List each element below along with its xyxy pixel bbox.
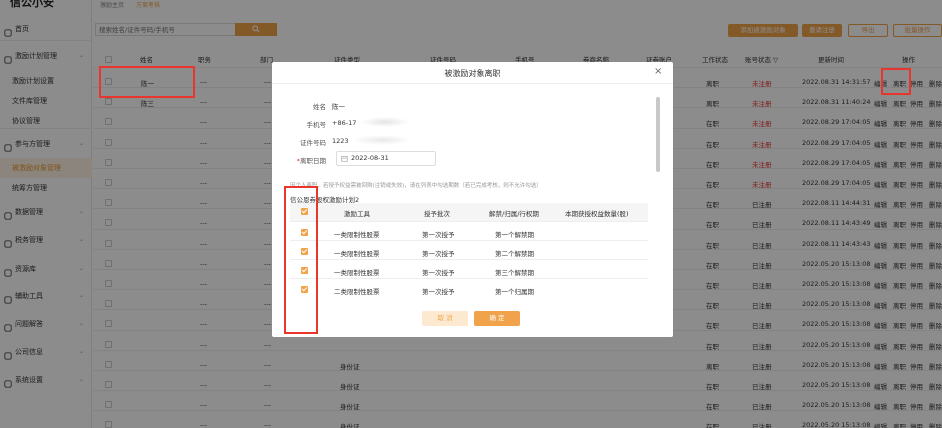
inner-cell-tool: 二类限制性股票 [334, 288, 380, 296]
hint-text: 因个人离职，若授予权益需被回购(注销或失效)，请在列表中勾选期数（若已完成考核，… [290, 183, 542, 189]
phone-value: +86-17 [332, 119, 357, 127]
inner-row-divider [290, 278, 648, 279]
inner-cell-tool: 一类限制性股票 [334, 250, 380, 258]
inner-cell-batch: 第一次授予 [422, 250, 455, 258]
inner-row-divider [290, 240, 648, 241]
name-label: 姓名 [313, 103, 326, 111]
modal-title: 被激励对象离职 [444, 69, 501, 78]
inner-col-period: 解禁/归属/行权期 [489, 210, 539, 218]
inner-cell-batch: 第一次授予 [422, 288, 455, 296]
cancel-button[interactable]: 取 消 [422, 311, 468, 326]
leave-date-picker[interactable]: 2022-08-31 [336, 151, 436, 166]
id-number-label: 证件号码 [300, 139, 326, 147]
inner-cell-period: 第一个解禁期 [495, 231, 534, 239]
inner-cell-tool: 一类限制性股票 [334, 269, 380, 277]
inner-cell-period: 第一个归属期 [495, 288, 534, 296]
confirm-button[interactable]: 确 定 [474, 311, 520, 326]
modal-scrollbar[interactable] [656, 97, 660, 172]
redacted-id [352, 135, 412, 145]
id-number-value: 1223 [332, 137, 349, 145]
highlight-resign-action [881, 68, 911, 95]
leave-date-value: 2022-08-31 [351, 154, 389, 162]
modal-divider [272, 83, 673, 84]
name-value: 陈一 [332, 103, 345, 111]
inner-cell-tool: 一类限制性股票 [334, 231, 380, 239]
inner-cell-batch: 第一次授予 [422, 269, 455, 277]
highlight-checkbox-column [284, 186, 318, 334]
redacted-phone [360, 117, 410, 127]
leave-date-label: *离职日期 [276, 155, 326, 165]
highlight-name-cell [99, 66, 195, 98]
calendar-icon [341, 156, 348, 162]
close-icon[interactable]: × [654, 66, 662, 77]
inner-col-tool: 激励工具 [344, 210, 370, 218]
inner-cell-period: 第二个解禁期 [495, 250, 534, 258]
phone-label: 手机号 [306, 121, 327, 129]
inner-col-qty: 本期获授权益数量(股) [565, 210, 629, 218]
inner-cell-period: 第三个解禁期 [495, 269, 534, 277]
resignation-modal: 被激励对象离职 × 姓名 陈一 手机号 +86-17 证件号码 1223 *离职… [272, 62, 673, 337]
inner-row-divider [290, 221, 648, 222]
inner-col-batch: 授予批次 [424, 210, 450, 218]
inner-cell-batch: 第一次授予 [422, 231, 455, 239]
inner-row-divider [290, 259, 648, 260]
leave-date-label-text: 离职日期 [300, 157, 326, 165]
